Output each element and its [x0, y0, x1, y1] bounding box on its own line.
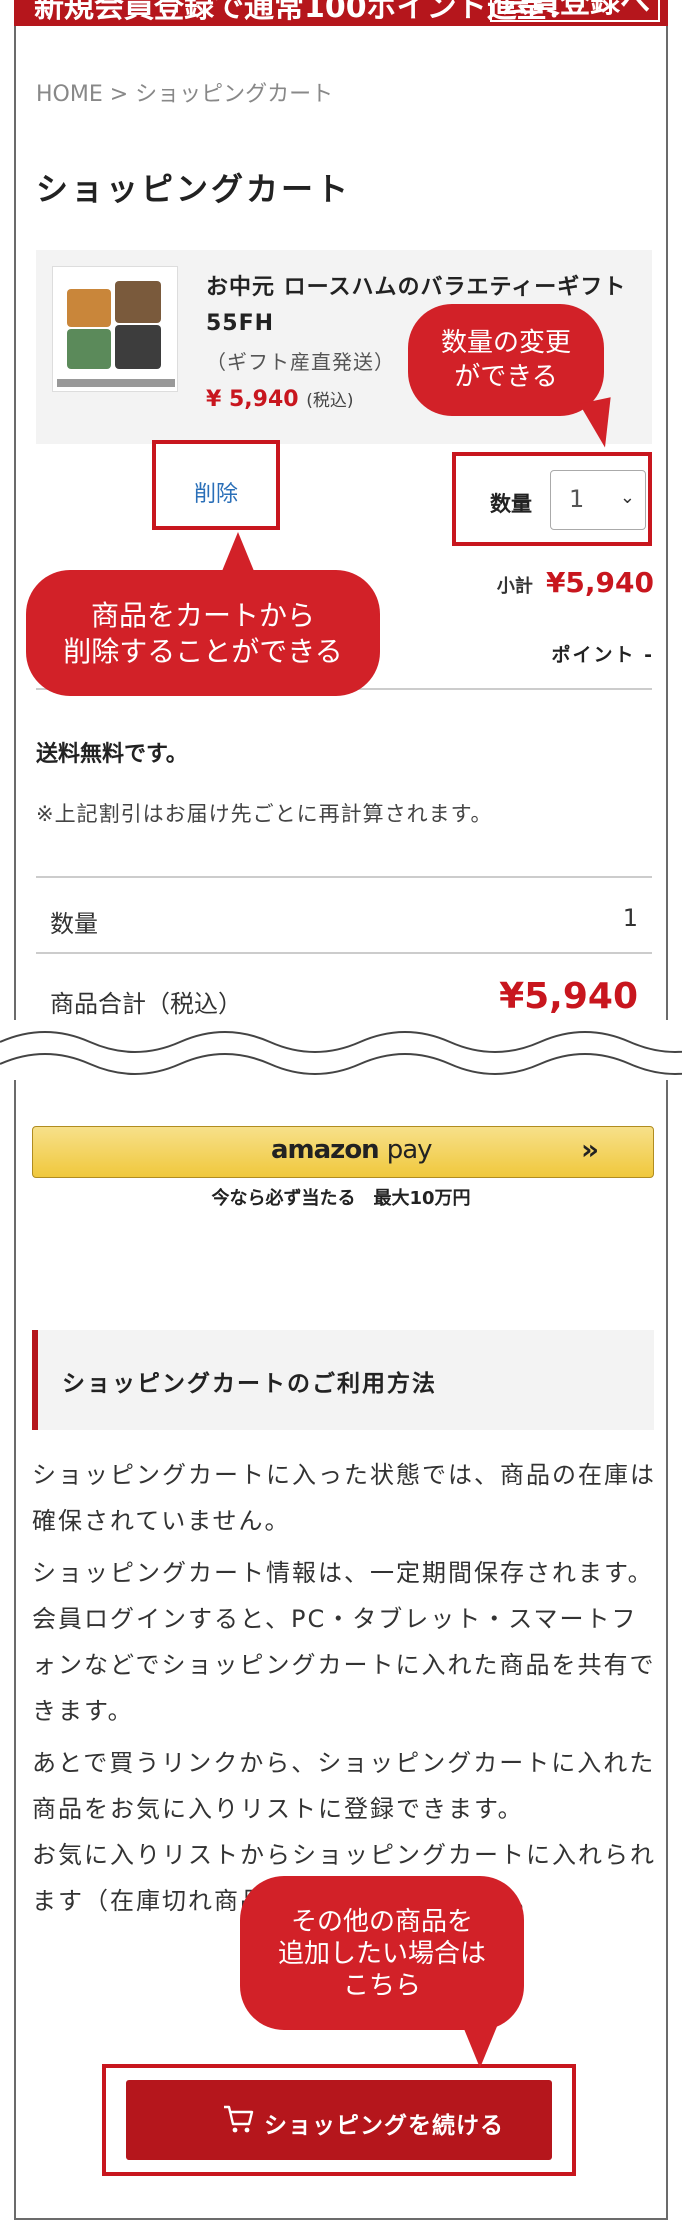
product-image-tile — [67, 289, 111, 327]
product-price: ¥ 5,940 (税込) — [206, 386, 354, 412]
callout-add-items: その他の商品を 追加したい場合は こちら — [240, 1876, 524, 2030]
product-image[interactable] — [52, 266, 178, 392]
register-button[interactable]: 会員登録へ — [490, 0, 660, 22]
callout-quantity: 数量の変更 ができる — [408, 304, 604, 416]
callout-line: ができる — [454, 362, 558, 392]
summary-qty-value: 1 — [622, 904, 638, 932]
discount-note: ※上記割引はお届け先ごとに再計算されます。 — [36, 802, 493, 826]
breadcrumb[interactable]: HOME > ショッピングカート — [36, 76, 333, 108]
summary-total-value: ¥5,940 — [499, 976, 638, 1017]
cart-icon — [224, 2105, 254, 2133]
subtotal-value: ¥5,940 — [545, 566, 654, 599]
promo-banner[interactable]: 新規会員登録で通常100ポイント進呈！ 会員登録へ — [14, 0, 668, 26]
product-image-tile — [67, 329, 111, 369]
continue-shopping-button[interactable]: ショッピングを続ける — [126, 2080, 552, 2160]
amazon-logo-text: amazon — [271, 1135, 380, 1165]
summary-qty-label: 数量 — [50, 910, 98, 938]
double-chevron-right-icon: » — [581, 1133, 600, 1166]
divider — [36, 952, 652, 954]
quantity-label: 数量 — [490, 492, 532, 516]
delete-link[interactable]: 削除 — [156, 476, 276, 508]
free-shipping-text: 送料無料です。 — [36, 742, 188, 767]
shipping-type: （ギフト産直発送） — [206, 350, 395, 374]
quantity-select[interactable]: 1 ⌄ — [550, 470, 646, 530]
howto-paragraph: ショッピングカート情報は、一定期間保存されます。 — [32, 1559, 654, 1587]
page-title: ショッピングカート — [36, 170, 352, 208]
tax-note: (税込) — [306, 391, 354, 411]
pay-logo-text: pay — [386, 1135, 433, 1165]
quantity-value: 1 — [569, 485, 585, 513]
howto-paragraph: ショッピングカートに入った状態では、商品の在庫は確保されていません。 — [32, 1461, 656, 1535]
callout-line: こちら — [342, 1971, 421, 2001]
amazon-promo-text: 今なら必ず当たる 最大10万円 — [211, 1188, 471, 1209]
product-price-value: ¥ 5,940 — [206, 387, 299, 412]
product-image-caption — [57, 379, 175, 387]
howto-paragraph: あとで買うリンクから、ショッピングカートに入れた商品をお気に入りリストに登録でき… — [32, 1749, 656, 1823]
callout-delete: 商品をカートから 削除することができる — [26, 570, 380, 696]
howto-paragraph: 会員ログインすると、PC・タブレット・スマートフォンなどでショッピングカートに入… — [32, 1605, 656, 1725]
divider — [36, 876, 652, 878]
callout-line: その他の商品を — [290, 1907, 473, 1937]
product-image-tile — [115, 325, 161, 369]
callout-pointer — [462, 2024, 498, 2068]
quantity-highlight: 数量 1 ⌄ — [452, 452, 652, 546]
callout-line: 商品をカートから — [90, 599, 315, 632]
product-image-tile — [115, 281, 161, 323]
subtotal-label: 小計 — [496, 576, 533, 597]
section-break-wave — [0, 1020, 682, 1080]
amazon-pay-logo: amazon pay — [271, 1135, 433, 1165]
howto-heading-box: ショッピングカートのご利用方法 — [32, 1330, 654, 1430]
callout-line: 削除することができる — [63, 635, 343, 668]
callout-line: 追加したい場合は — [277, 1939, 486, 1969]
continue-highlight: ショッピングを続ける — [102, 2064, 576, 2176]
points-row: ポイント - — [551, 644, 654, 666]
howto-title: ショッピングカートのご利用方法 — [62, 1371, 437, 1397]
callout-line: 数量の変更 — [440, 328, 571, 358]
delete-highlight: 削除 — [152, 440, 280, 530]
summary-total-label: 商品合計（税込） — [50, 990, 242, 1018]
howto-text: ショッピングカートに入った状態では、商品の在庫は確保されていません。 ショッピン… — [32, 1452, 658, 1930]
amazon-pay-button[interactable]: amazon pay » — [32, 1126, 654, 1178]
subtotal: 小計 ¥5,940 — [497, 566, 654, 599]
chevron-down-icon: ⌄ — [619, 487, 635, 508]
continue-shopping-label: ショッピングを続ける — [264, 2113, 504, 2139]
